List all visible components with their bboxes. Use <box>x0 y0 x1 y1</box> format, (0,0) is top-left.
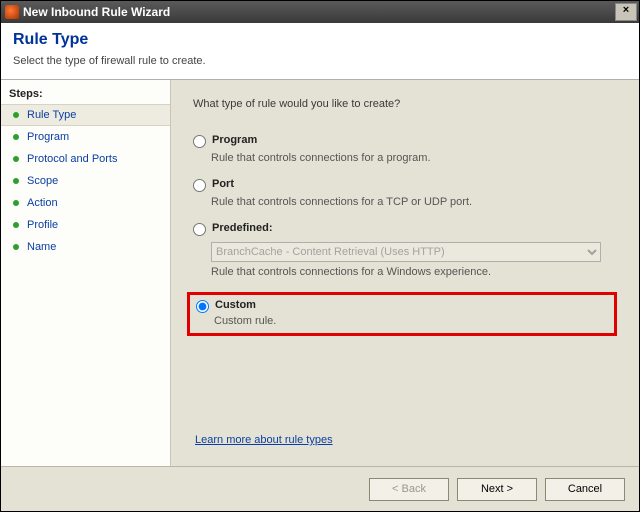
radio-program[interactable] <box>193 135 206 148</box>
bullet-icon <box>13 134 19 140</box>
custom-highlight: Custom Custom rule. <box>187 292 617 336</box>
steps-sidebar: Steps: Rule Type Program Protocol and Po… <box>1 80 171 466</box>
step-scope[interactable]: Scope <box>1 170 170 192</box>
step-name[interactable]: Name <box>1 236 170 258</box>
option-port[interactable]: Port <box>193 178 617 192</box>
prompt-text: What type of rule would you like to crea… <box>193 98 617 110</box>
titlebar: New Inbound Rule Wizard × <box>1 1 639 23</box>
step-label: Name <box>27 241 56 253</box>
radio-port[interactable] <box>193 179 206 192</box>
bullet-icon <box>13 156 19 162</box>
body: Steps: Rule Type Program Protocol and Po… <box>1 80 639 466</box>
bullet-icon <box>13 222 19 228</box>
option-program-desc: Rule that controls connections for a pro… <box>211 152 617 164</box>
page-subtitle: Select the type of firewall rule to crea… <box>13 55 627 67</box>
steps-title: Steps: <box>1 86 170 104</box>
step-program[interactable]: Program <box>1 126 170 148</box>
step-protocol-ports[interactable]: Protocol and Ports <box>1 148 170 170</box>
option-program-title: Program <box>212 134 257 146</box>
step-rule-type[interactable]: Rule Type <box>1 104 170 126</box>
step-label: Rule Type <box>27 109 76 121</box>
bullet-icon <box>13 200 19 206</box>
step-label: Scope <box>27 175 58 187</box>
option-custom-title: Custom <box>215 299 256 311</box>
option-program[interactable]: Program <box>193 134 617 148</box>
footer: < Back Next > Cancel <box>1 466 639 511</box>
header: Rule Type Select the type of firewall ru… <box>1 23 639 80</box>
option-predefined[interactable]: Predefined: <box>193 222 617 236</box>
window-title: New Inbound Rule Wizard <box>23 5 615 19</box>
next-button[interactable]: Next > <box>457 478 537 501</box>
learn-more-link[interactable]: Learn more about rule types <box>195 434 617 446</box>
step-label: Profile <box>27 219 58 231</box>
bullet-icon <box>13 178 19 184</box>
option-custom-desc: Custom rule. <box>214 315 608 327</box>
option-predefined-desc: Rule that controls connections for a Win… <box>211 266 617 278</box>
close-button[interactable]: × <box>615 3 637 21</box>
step-action[interactable]: Action <box>1 192 170 214</box>
page-title: Rule Type <box>13 31 627 49</box>
predefined-select[interactable]: BranchCache - Content Retrieval (Uses HT… <box>211 242 601 262</box>
radio-custom[interactable] <box>196 300 209 313</box>
step-label: Action <box>27 197 58 209</box>
option-predefined-title: Predefined: <box>212 222 273 234</box>
radio-predefined[interactable] <box>193 223 206 236</box>
bullet-icon <box>13 244 19 250</box>
bullet-icon <box>13 112 19 118</box>
firewall-icon <box>5 5 19 19</box>
content-pane: What type of rule would you like to crea… <box>171 80 639 466</box>
wizard-window: New Inbound Rule Wizard × Rule Type Sele… <box>0 0 640 512</box>
step-label: Protocol and Ports <box>27 153 118 165</box>
option-port-desc: Rule that controls connections for a TCP… <box>211 196 617 208</box>
back-button[interactable]: < Back <box>369 478 449 501</box>
cancel-button[interactable]: Cancel <box>545 478 625 501</box>
step-label: Program <box>27 131 69 143</box>
option-port-title: Port <box>212 178 234 190</box>
step-profile[interactable]: Profile <box>1 214 170 236</box>
option-custom[interactable]: Custom <box>196 299 608 313</box>
